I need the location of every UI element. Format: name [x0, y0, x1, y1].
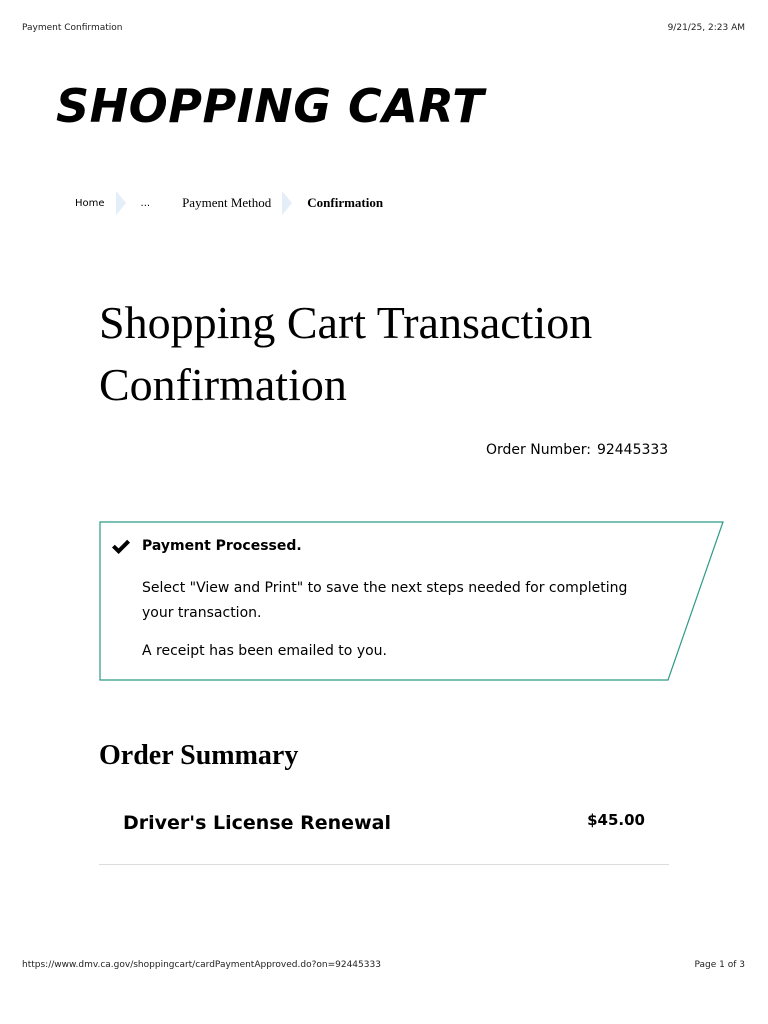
alert-message: Select "View and Print" to save the next…: [142, 580, 628, 621]
breadcrumb-payment-method-link[interactable]: Payment Method: [175, 195, 278, 211]
breadcrumb: Home ... Payment Method Confirmation: [68, 190, 390, 216]
checkmark-icon: [112, 539, 130, 554]
order-number: Order Number: 92445333: [486, 442, 668, 458]
order-number-label: Order Number:: [486, 442, 591, 458]
breadcrumb-ellipsis-link[interactable]: ...: [134, 198, 158, 209]
order-summary-item: Driver's License Renewal $45.00: [99, 800, 669, 865]
item-price: $45.00: [587, 811, 645, 829]
order-summary-heading: Order Summary: [99, 740, 299, 771]
site-title: SHOPPING CART: [56, 79, 485, 133]
breadcrumb-home-link[interactable]: Home: [68, 198, 112, 209]
print-footer-url: https://www.dmv.ca.gov/shoppingcart/card…: [22, 960, 381, 970]
print-header-title: Payment Confirmation: [22, 23, 123, 33]
page-title: Shopping Cart Transaction Confirmation: [99, 297, 593, 410]
print-footer-page: Page 1 of 3: [694, 960, 746, 970]
print-header-datetime: 9/21/25, 2:23 AM: [667, 23, 745, 33]
alert-title: Payment Processed.: [142, 538, 302, 554]
alert-receipt-text: A receipt has been emailed to you.: [142, 643, 387, 659]
breadcrumb-chevron-icon: [115, 191, 126, 215]
payment-processed-alert: Payment Processed. Select "View and Prin…: [99, 521, 725, 681]
breadcrumb-current: Confirmation: [307, 195, 384, 210]
item-name: Driver's License Renewal: [123, 812, 391, 834]
breadcrumb-chevron-icon: [282, 191, 293, 215]
order-number-value: 92445333: [596, 442, 669, 458]
